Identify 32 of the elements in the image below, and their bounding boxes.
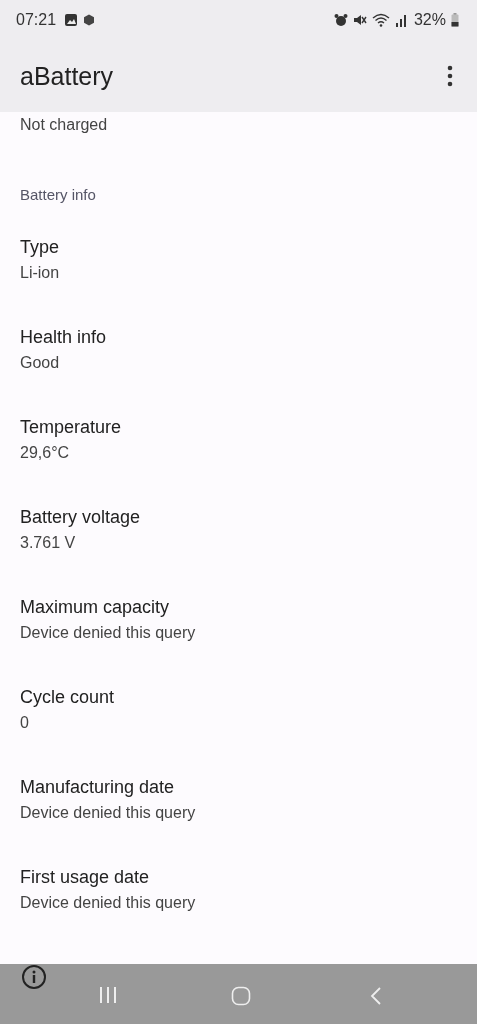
item-label: First usage date [20,867,151,888]
home-icon[interactable] [231,986,251,1006]
section-header: Battery info [20,186,97,203]
mute-icon [352,13,367,27]
info-icon[interactable] [21,964,47,990]
signal-icon [394,13,407,27]
status-time: 07:21 [16,11,57,29]
item-value: Device denied this query [20,804,197,822]
item-label: Battery voltage [20,507,142,528]
item-label: Maximum capacity [20,597,171,618]
item-value: 0 [20,714,30,732]
hexagon-icon [83,14,96,26]
charging-status-value: Not charged [20,116,109,134]
gallery-icon [64,13,79,27]
wifi-icon [371,13,390,27]
recents-icon[interactable] [98,986,118,1004]
battery-icon [451,13,459,27]
back-icon[interactable] [370,986,382,1006]
item-label: Temperature [20,417,123,438]
item-value: 29,6°C [20,444,71,462]
item-label: Type [20,237,61,258]
alarm-icon [333,13,348,27]
item-label: Manufacturing date [20,777,176,798]
item-label: Cycle count [20,687,116,708]
item-value: Device denied this query [20,894,197,912]
item-value: Device denied this query [20,624,197,642]
item-value: Li-ion [20,264,61,282]
battery-percent: 32% [413,11,446,29]
item-label: Health info [20,327,108,348]
item-value: 3.761 V [20,534,77,552]
item-value: Good [20,354,61,372]
app-title: aBattery [20,61,114,91]
